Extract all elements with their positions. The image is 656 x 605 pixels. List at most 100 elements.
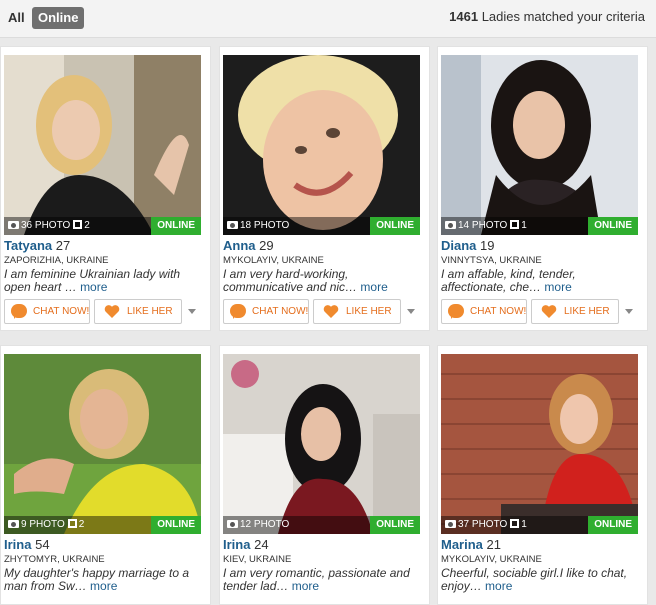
like-her-button[interactable]: LIKE HER: [94, 299, 182, 324]
profile-description: I am affable, kind, tender, affectionate…: [441, 268, 641, 294]
photo-count: 9 PHOTO 2: [8, 518, 84, 532]
profile-photo[interactable]: 37 PHOTO 1 ONLINE: [441, 354, 638, 534]
online-badge: ONLINE: [151, 516, 201, 534]
more-link[interactable]: more: [485, 579, 512, 593]
profile-age: 21: [486, 537, 501, 552]
chat-bubble-icon: [230, 304, 246, 319]
profile-photo[interactable]: 9 PHOTO 2 ONLINE: [4, 354, 201, 534]
more-link[interactable]: more: [90, 579, 117, 593]
profile-name-link[interactable]: Anna: [223, 238, 256, 253]
chat-now-button[interactable]: CHAT NOW!: [4, 299, 90, 324]
profile-card[interactable]: 18 PHOTO ONLINE Anna 29 MYKOLAYIV, UKRAI…: [219, 46, 430, 331]
video-icon: [510, 519, 520, 528]
profile-description: I am very hard-working, communicative an…: [223, 268, 423, 294]
photo-count-number: 12: [240, 519, 252, 530]
camera-icon: [445, 520, 456, 528]
like-her-button[interactable]: LIKE HER: [313, 299, 401, 324]
chat-now-label: CHAT NOW!: [252, 306, 309, 317]
video-count: 2: [78, 519, 85, 530]
name-line: Marina 21: [441, 537, 501, 552]
profile-name-link[interactable]: Tatyana: [4, 238, 52, 253]
profile-photo[interactable]: 12 PHOTO ONLINE: [223, 354, 420, 534]
more-actions-dropdown-icon[interactable]: [625, 309, 633, 314]
photo-label: PHOTO: [26, 519, 65, 530]
name-line: Anna 29: [223, 238, 274, 253]
match-count-label: Ladies matched your criteria: [481, 9, 645, 24]
camera-icon: [445, 221, 456, 229]
profile-location: MYKOLAYIV, UKRAINE: [441, 554, 542, 565]
video-icon: [73, 220, 83, 229]
profile-card[interactable]: 36 PHOTO 2 ONLINE Tatyana 27 ZAPORIZHIA, …: [0, 46, 211, 331]
more-actions-dropdown-icon[interactable]: [407, 309, 415, 314]
name-line: Irina 24: [223, 537, 269, 552]
chat-now-label: CHAT NOW!: [33, 306, 90, 317]
profile-location: ZAPORIZHIA, UKRAINE: [4, 255, 109, 266]
profile-name-link[interactable]: Irina: [4, 537, 31, 552]
chat-now-label: CHAT NOW!: [470, 306, 527, 317]
video-count: 1: [521, 519, 527, 530]
profile-description: I am very romantic, passionate and tende…: [223, 567, 423, 593]
photo-count-number: 14: [458, 220, 470, 231]
profile-name-link[interactable]: Marina: [441, 537, 483, 552]
photo-label: PHOTO: [251, 220, 290, 231]
more-link[interactable]: more: [360, 280, 387, 294]
video-icon: [510, 220, 520, 229]
photo-count-number: 18: [240, 220, 252, 231]
photo-label: PHOTO: [469, 220, 508, 231]
online-badge: ONLINE: [370, 516, 420, 534]
profile-card[interactable]: 14 PHOTO 1 ONLINE Diana 19 VINNYTSYA, UKR…: [437, 46, 648, 331]
more-link[interactable]: more: [80, 280, 107, 294]
filter-online-tab[interactable]: Online: [32, 7, 85, 29]
photo-label: PHOTO: [251, 519, 290, 530]
more-link[interactable]: more: [544, 280, 571, 294]
photo-count: 36 PHOTO 2: [8, 219, 90, 233]
profile-location: MYKOLAYIV, UKRAINE: [223, 255, 324, 266]
profile-age: 27: [55, 238, 71, 253]
profile-card[interactable]: 37 PHOTO 1 ONLINE Marina 21 MYKOLAYIV, UK…: [437, 345, 648, 605]
camera-icon: [8, 221, 19, 229]
profile-photo[interactable]: 14 PHOTO 1 ONLINE: [441, 55, 638, 235]
photo-count-number: 36: [21, 220, 33, 231]
profile-name-link[interactable]: Diana: [441, 238, 476, 253]
like-her-button[interactable]: LIKE HER: [531, 299, 619, 324]
video-count: 1: [521, 220, 527, 231]
name-line: Tatyana 27: [4, 238, 70, 253]
profile-photo[interactable]: 18 PHOTO ONLINE: [223, 55, 420, 235]
profile-age: 29: [259, 238, 274, 253]
profile-age: 24: [254, 537, 269, 552]
camera-icon: [227, 520, 238, 528]
more-actions-dropdown-icon[interactable]: [188, 309, 196, 314]
heart-icon: [323, 305, 339, 318]
more-link[interactable]: more: [292, 579, 319, 593]
video-icon: [67, 519, 77, 528]
photo-count: 37 PHOTO 1: [445, 518, 527, 532]
chat-now-button[interactable]: CHAT NOW!: [223, 299, 309, 324]
match-summary: 1461 Ladies matched your criteria: [449, 9, 645, 24]
description-text: Cheerful, sociable girl.I like to chat, …: [441, 566, 628, 593]
profile-name-link[interactable]: Irina: [223, 537, 250, 552]
heart-icon: [541, 305, 557, 318]
heart-icon: [104, 305, 120, 318]
photo-count: 18 PHOTO: [227, 219, 289, 233]
description-text: I am very hard-working, communicative an…: [223, 267, 358, 294]
photo-count-number: 37: [458, 519, 470, 530]
like-her-label: LIKE HER: [346, 306, 392, 317]
profile-description: My daughter's happy marriage to a man fr…: [4, 567, 204, 593]
online-badge: ONLINE: [370, 217, 420, 235]
profile-location: KIEV, UKRAINE: [223, 554, 292, 565]
profile-card[interactable]: 9 PHOTO 2 ONLINE Irina 54 ZHYTOMYR, UKRAI…: [0, 345, 211, 605]
chat-bubble-icon: [448, 304, 464, 319]
chat-now-button[interactable]: CHAT NOW!: [441, 299, 527, 324]
profile-description: Cheerful, sociable girl.I like to chat, …: [441, 567, 641, 593]
video-count: 2: [84, 220, 90, 231]
profile-location: ZHYTOMYR, UKRAINE: [4, 554, 105, 565]
filter-bar: All Online 1461 Ladies matched your crit…: [0, 0, 656, 38]
photo-count: 14 PHOTO 1: [445, 219, 527, 233]
online-badge: ONLINE: [588, 516, 638, 534]
profile-card[interactable]: 12 PHOTO ONLINE Irina 24 KIEV, UKRAINE I…: [219, 345, 430, 605]
profile-location: VINNYTSYA, UKRAINE: [441, 255, 542, 266]
filter-all-tab[interactable]: All: [5, 7, 28, 29]
camera-icon: [227, 221, 238, 229]
profile-photo[interactable]: 36 PHOTO 2 ONLINE: [4, 55, 201, 235]
name-line: Irina 54: [4, 537, 50, 552]
